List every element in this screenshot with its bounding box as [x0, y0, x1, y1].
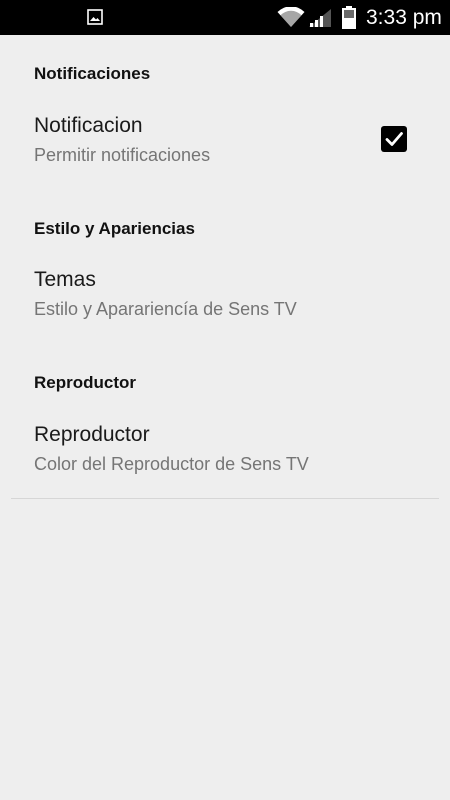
status-bar: 3:33 pm — [0, 0, 450, 35]
wifi-icon — [277, 7, 305, 28]
pref-summary: Permitir notificaciones — [34, 145, 211, 165]
signal-icon — [309, 9, 331, 27]
list-divider — [11, 498, 439, 499]
pref-summary: Estilo y Aparariencía de Sens TV — [34, 299, 297, 319]
pref-item-temas[interactable]: Temas Estilo y Aparariencía de Sens TV — [0, 268, 450, 352]
category-header-estilo: Estilo y Apariencias — [34, 219, 195, 238]
status-clock: 3:33 pm — [366, 6, 442, 29]
pref-summary: Color del Reproductor de Sens TV — [34, 454, 309, 474]
pref-title: Reproductor — [34, 423, 150, 446]
pref-title: Temas — [34, 268, 96, 291]
category-header-reproductor: Reproductor — [34, 373, 136, 392]
pref-item-reproductor[interactable]: Reproductor Color del Reproductor de Sen… — [0, 423, 450, 507]
category-header-notificaciones: Notificaciones — [34, 64, 151, 83]
pref-title: Notificacion — [34, 114, 143, 137]
image-icon — [87, 9, 103, 25]
battery-icon — [342, 6, 356, 29]
check-icon — [385, 132, 403, 146]
notification-checkbox[interactable] — [381, 126, 407, 152]
